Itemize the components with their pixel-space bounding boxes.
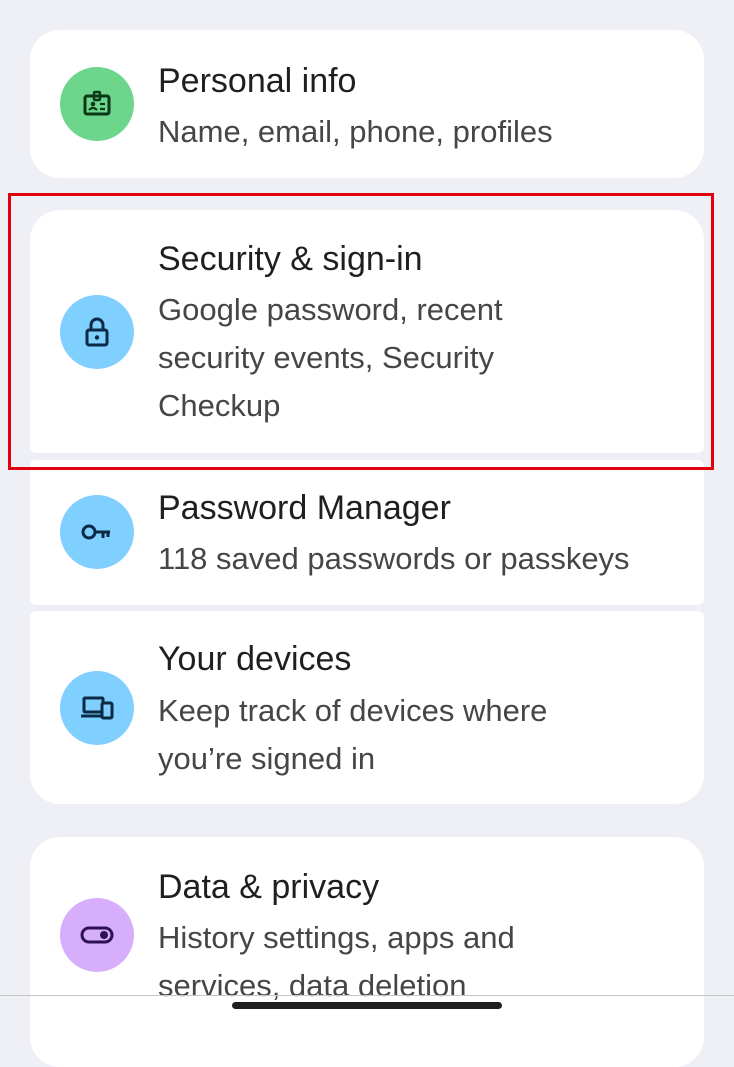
card-security-sign-in[interactable]: Security & sign-in Google password, rece…: [30, 210, 704, 453]
nav-divider: [0, 995, 734, 996]
badge-icon: [83, 90, 111, 116]
data-privacy-icon: [60, 898, 134, 972]
your-devices-icon: [60, 671, 134, 745]
personal-info-title: Personal info: [158, 62, 357, 100]
password-manager-title: Password Manager: [158, 489, 451, 527]
security-icon: [60, 295, 134, 369]
password-manager-icon: [60, 495, 134, 569]
key-icon: [81, 524, 110, 540]
card-personal-info[interactable]: Personal info Name, email, phone, profil…: [30, 30, 704, 178]
your-devices-title: Your devices: [158, 640, 352, 678]
security-subtitle: Google password, recent security events,…: [158, 292, 503, 423]
card-your-devices[interactable]: Your devices Keep track of devices where…: [30, 611, 704, 804]
devices-icon: [81, 696, 114, 720]
security-title: Security & sign-in: [158, 240, 423, 278]
password-manager-subtitle: 118 saved passwords or passkeys: [158, 541, 630, 576]
home-indicator[interactable]: [232, 1002, 502, 1009]
data-privacy-title: Data & privacy: [158, 868, 380, 906]
card-data-privacy[interactable]: Data & privacy History settings, apps an…: [30, 837, 704, 1067]
lock-icon: [85, 317, 109, 347]
toggle-icon: [80, 926, 114, 944]
card-password-manager[interactable]: Password Manager 118 saved passwords or …: [30, 460, 704, 605]
personal-info-icon: [60, 67, 134, 141]
personal-info-subtitle: Name, email, phone, profiles: [158, 114, 553, 149]
your-devices-subtitle: Keep track of devices where you’re signe…: [158, 693, 548, 776]
